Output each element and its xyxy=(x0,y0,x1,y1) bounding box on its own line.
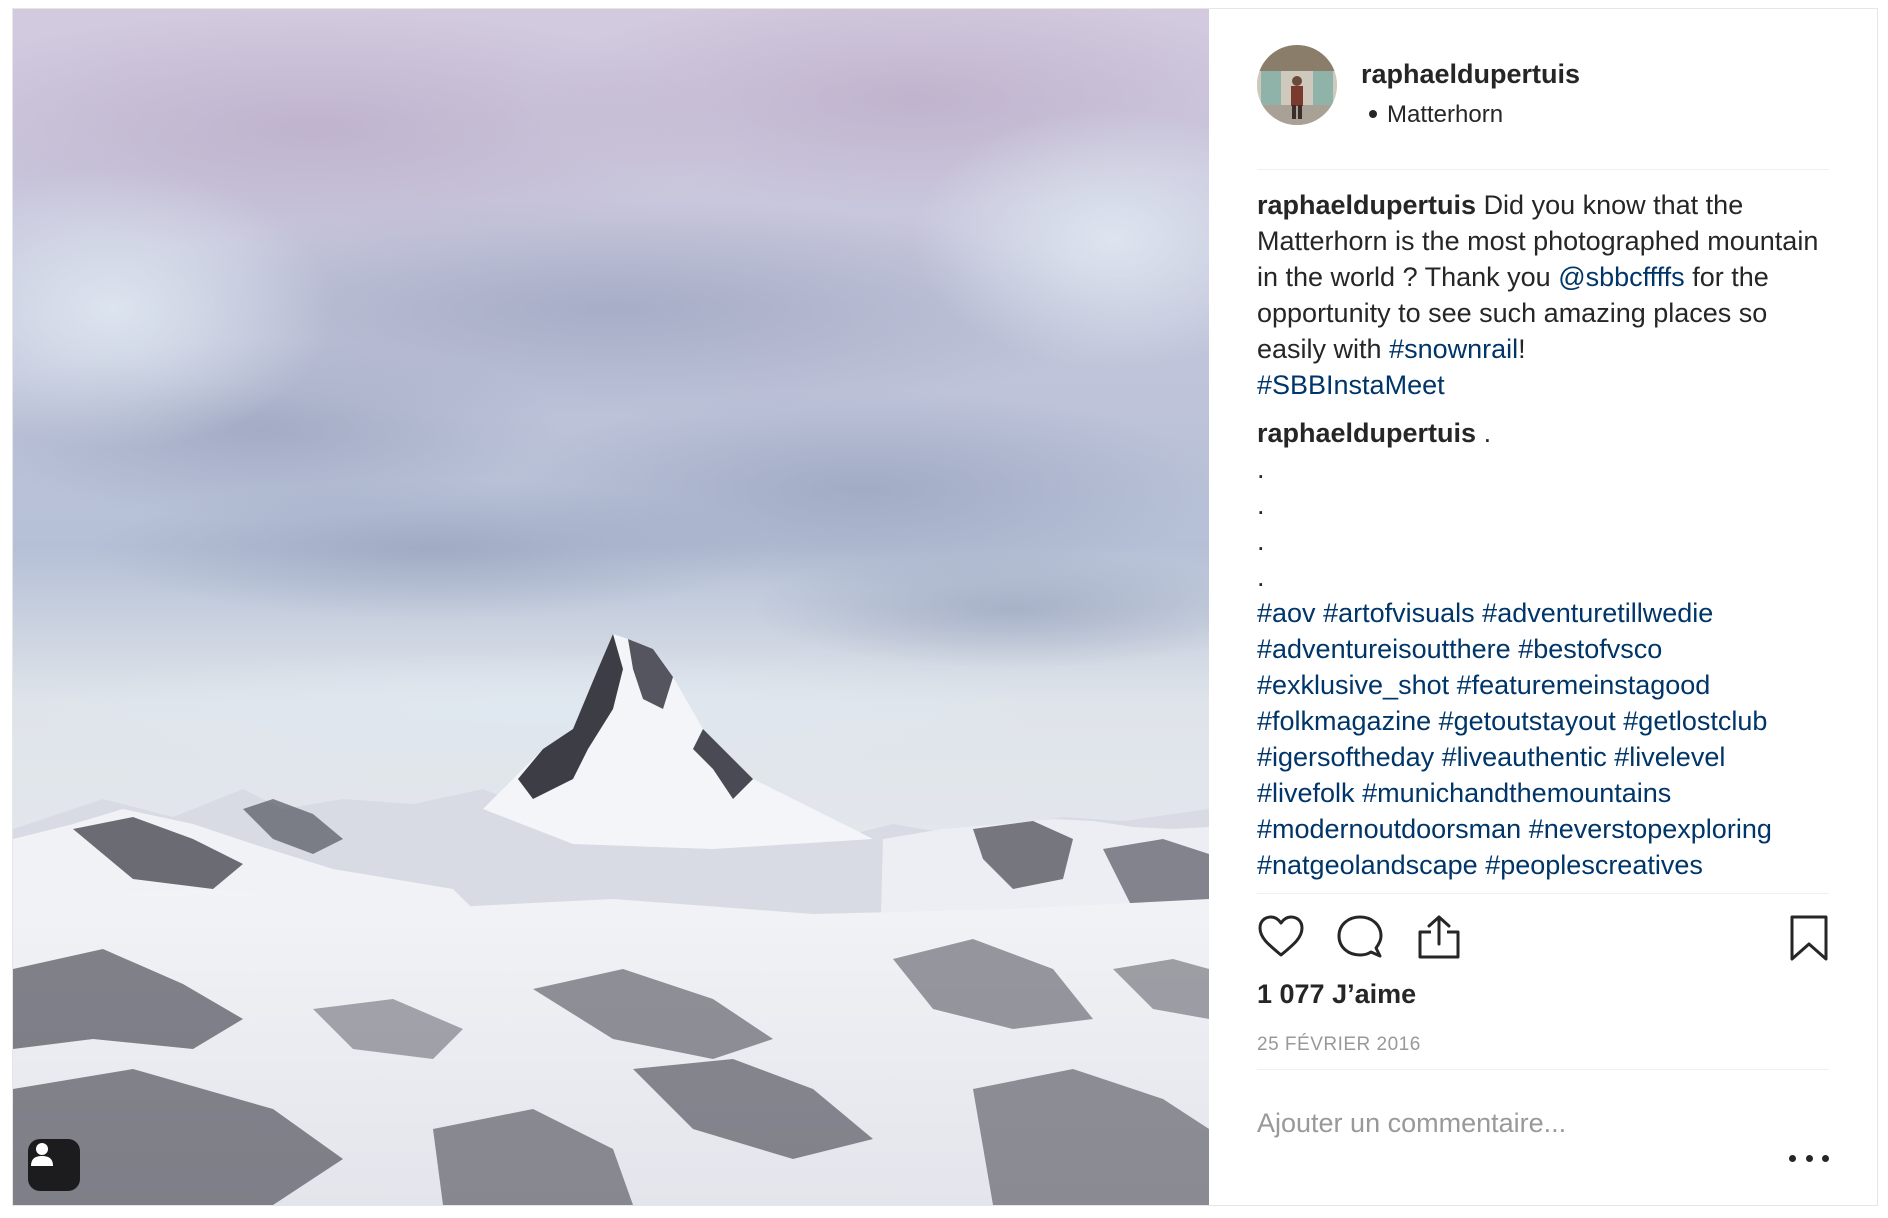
hashtag[interactable]: #munichandthemountains xyxy=(1362,778,1671,808)
post-photo[interactable] xyxy=(13,9,1209,1205)
caption-text-3: ! xyxy=(1518,334,1526,364)
caption: raphaeldupertuis Did you know that the M… xyxy=(1257,187,1829,403)
more-options-button[interactable] xyxy=(1789,1148,1829,1168)
location-label: Matterhorn xyxy=(1387,101,1504,128)
hashtag[interactable]: #folkmagazine xyxy=(1257,706,1431,736)
instagram-post: raphaeldupertuis Matterhorn raphaelduper… xyxy=(12,8,1878,1206)
hashtag[interactable]: #adventureisoutthere xyxy=(1257,634,1511,664)
share-button[interactable] xyxy=(1417,914,1461,965)
user-tag-icon xyxy=(31,1143,53,1166)
comment-button[interactable] xyxy=(1337,914,1383,965)
comment-first-line: . xyxy=(1483,418,1492,448)
hashtag[interactable]: #exklusive_shot xyxy=(1257,670,1449,700)
hashtag[interactable]: #getoutstayout xyxy=(1439,706,1616,736)
likes-count[interactable]: 1 077 J’aime xyxy=(1257,979,1416,1010)
comment-dot-line: . xyxy=(1257,562,1265,592)
hashtag[interactable]: #featuremeinstagood xyxy=(1457,670,1711,700)
location-dot-icon xyxy=(1369,109,1377,118)
comment-username[interactable]: raphaeldupertuis xyxy=(1257,418,1476,448)
add-comment-section xyxy=(1257,1069,1829,1206)
hashtag[interactable]: #artofvisuals xyxy=(1323,598,1475,628)
hashtag[interactable]: #livefolk xyxy=(1257,778,1355,808)
avatar-image xyxy=(1257,45,1337,125)
like-button[interactable] xyxy=(1257,914,1305,963)
comments-section: raphaeldupertuis Did you know that the M… xyxy=(1257,187,1829,883)
hashtag[interactable]: #neverstopexploring xyxy=(1529,814,1772,844)
comment-dot-line: . xyxy=(1257,526,1265,556)
hashtag[interactable]: #aov xyxy=(1257,598,1316,628)
hashtag[interactable]: #liveauthentic xyxy=(1442,742,1607,772)
location-link[interactable]: Matterhorn xyxy=(1369,101,1503,129)
header-username[interactable]: raphaeldupertuis xyxy=(1361,59,1580,90)
save-button[interactable] xyxy=(1789,914,1829,967)
hashtag[interactable]: #adventuretillwedie xyxy=(1482,598,1713,628)
hashtag[interactable]: #peoplescreatives xyxy=(1485,850,1703,880)
action-bar xyxy=(1257,893,1829,980)
comment-hashtags: #aov #artofvisuals #adventuretillwedie #… xyxy=(1257,595,1829,883)
hashtag[interactable]: #natgeolandscape xyxy=(1257,850,1478,880)
post-header: raphaeldupertuis Matterhorn xyxy=(1257,45,1829,170)
comment-dot-line: . xyxy=(1257,490,1265,520)
caption-hashtag-sbbinstameet[interactable]: #SBBInstaMeet xyxy=(1257,367,1829,403)
hashtag[interactable]: #modernoutdoorsman xyxy=(1257,814,1521,844)
more-options-icon xyxy=(1822,1154,1829,1162)
post-sidebar: raphaeldupertuis Matterhorn raphaelduper… xyxy=(1209,9,1877,1205)
hashtag[interactable]: #livelevel xyxy=(1614,742,1725,772)
avatar[interactable] xyxy=(1257,45,1337,125)
comment-dot-line: . xyxy=(1257,454,1265,484)
caption-hashtag-snownrail[interactable]: #snownrail xyxy=(1389,334,1518,364)
caption-username[interactable]: raphaeldupertuis xyxy=(1257,190,1476,220)
bookmark-icon xyxy=(1790,915,1828,961)
more-options-icon xyxy=(1805,1154,1813,1162)
share-icon xyxy=(1418,915,1460,959)
matterhorn-landscape-image xyxy=(13,9,1209,1205)
speech-bubble-icon xyxy=(1337,915,1383,958)
comment-input[interactable] xyxy=(1257,1108,1777,1139)
post-date: 25 FÉVRIER 2016 xyxy=(1257,1034,1421,1055)
action-icons xyxy=(1257,894,1829,980)
more-options-icon xyxy=(1789,1154,1796,1162)
hashtag[interactable]: #igersoftheday xyxy=(1257,742,1434,772)
comment-dots: . . . . xyxy=(1257,451,1829,595)
hashtag[interactable]: #getlostclub xyxy=(1623,706,1767,736)
heart-icon xyxy=(1258,915,1304,957)
tagged-users-button[interactable] xyxy=(28,1139,80,1191)
caption-mention[interactable]: @sbbcffffs xyxy=(1558,262,1684,292)
second-comment: raphaeldupertuis . . . . . #aov #artofvi… xyxy=(1257,415,1829,883)
hashtag[interactable]: #bestofvsco xyxy=(1518,634,1662,664)
